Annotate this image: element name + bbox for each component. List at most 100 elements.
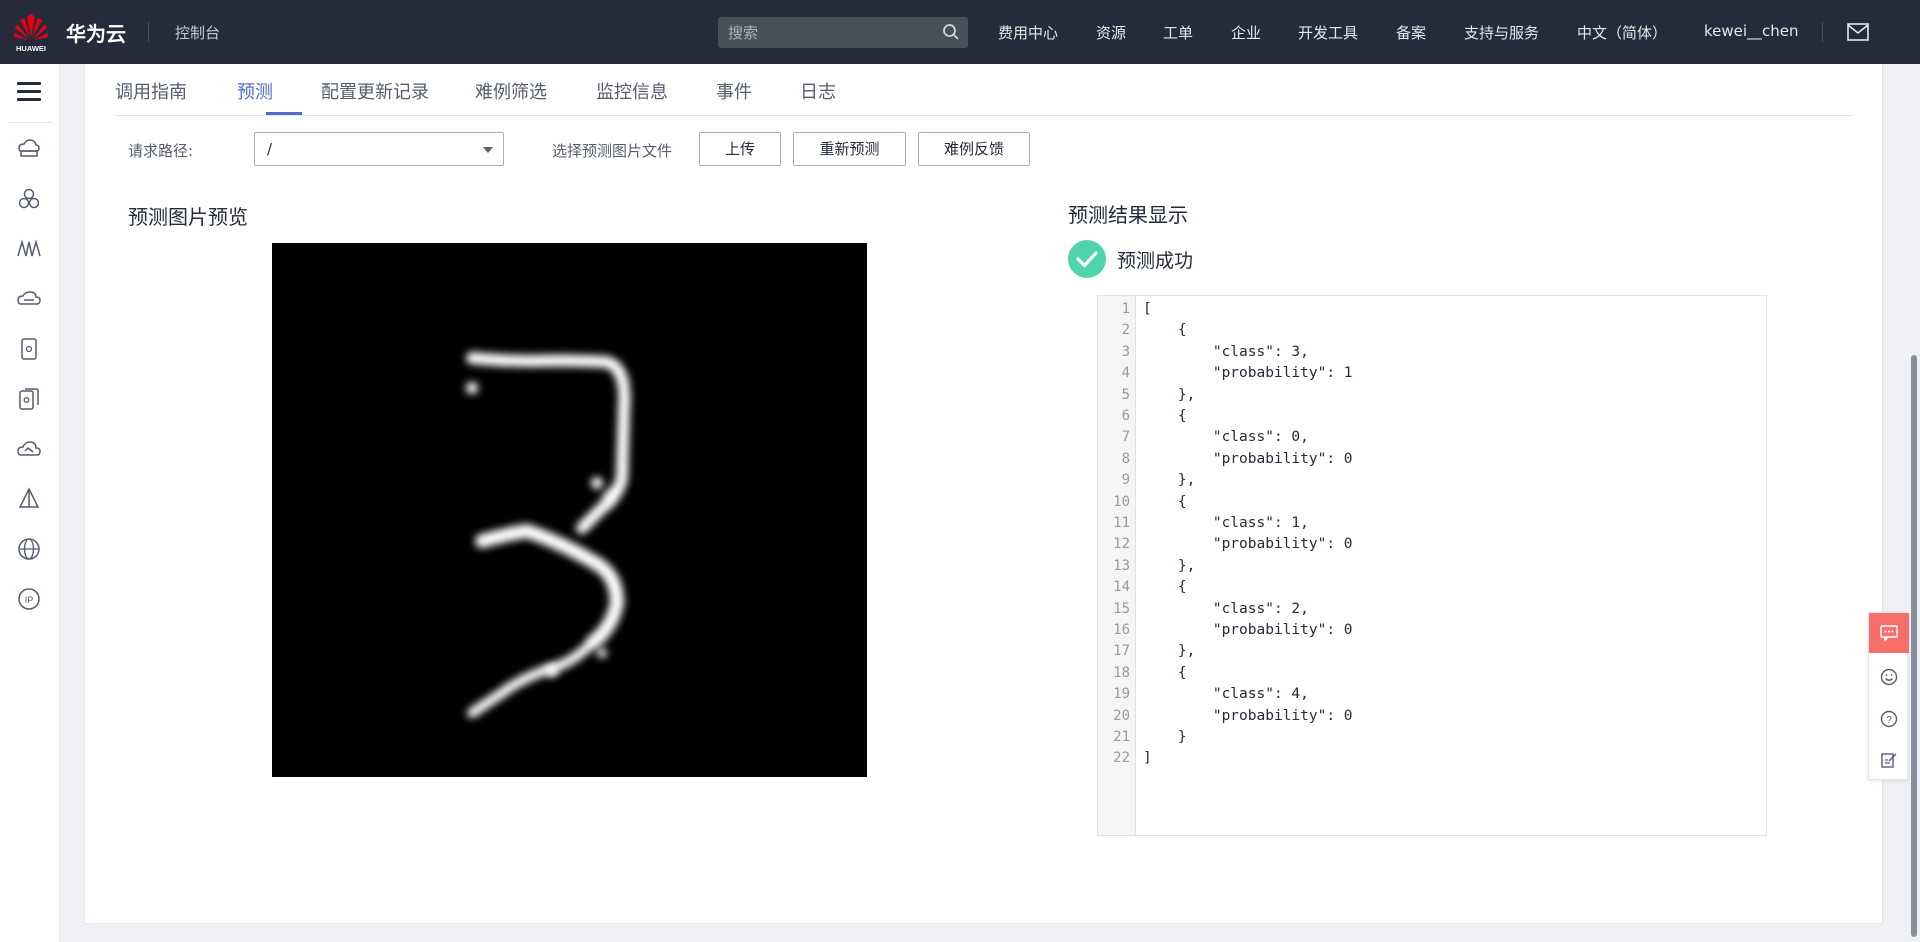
chat-icon: [1880, 625, 1898, 642]
top-navigation-bar: HUAWEI 华为云 控制台 费用中心 资源 工单 企业 开发工具 备案 支持与…: [0, 0, 1920, 64]
console-link[interactable]: 控制台: [175, 22, 220, 43]
code-line: {: [1143, 493, 1187, 510]
line-number: 18: [1113, 664, 1130, 681]
divider: [1822, 22, 1823, 42]
database-group-icon[interactable]: [16, 386, 42, 412]
main-panel: 调用指南 预测 配置更新记录 难例筛选 监控信息 事件 日志 请求路径: / 选…: [84, 64, 1883, 924]
active-tab-indicator: [266, 112, 302, 115]
divider: [8, 122, 52, 123]
scrollbar-thumb[interactable]: [1911, 355, 1917, 937]
feedback-button[interactable]: 难例反馈: [918, 132, 1030, 166]
line-number: 4: [1121, 365, 1130, 382]
code-line: [: [1143, 301, 1152, 317]
edit-icon[interactable]: [1880, 751, 1898, 769]
search-box[interactable]: [718, 17, 968, 48]
code-line: "probability": 1: [1143, 365, 1353, 382]
line-number: 10: [1113, 493, 1130, 510]
search-icon[interactable]: [942, 23, 960, 41]
mail-icon[interactable]: [1847, 23, 1869, 41]
huawei-logo[interactable]: HUAWEI: [12, 11, 50, 53]
floating-toolbar: ?: [1868, 612, 1909, 780]
tab-monitoring[interactable]: 监控信息: [596, 78, 668, 104]
tab-usage-guide[interactable]: 调用指南: [115, 78, 187, 104]
ai-model-icon[interactable]: [16, 486, 42, 512]
globe-icon[interactable]: [16, 536, 42, 562]
line-number: 12: [1113, 536, 1130, 553]
ip-icon[interactable]: IP: [16, 586, 42, 612]
code-line: }: [1143, 729, 1187, 745]
tab-hard-examples[interactable]: 难例筛选: [475, 78, 547, 104]
smile-icon[interactable]: [1880, 668, 1898, 686]
svg-text:?: ?: [1886, 715, 1892, 726]
repredict-button[interactable]: 重新预测: [793, 132, 906, 166]
tab-bar: 调用指南 预测 配置更新记录 难例筛选 监控信息 事件 日志: [115, 64, 1853, 116]
line-number: 14: [1113, 579, 1130, 596]
nav-support[interactable]: 支持与服务: [1464, 22, 1539, 43]
brand-name[interactable]: 华为云: [66, 18, 126, 47]
nav-enterprise[interactable]: 企业: [1231, 22, 1261, 43]
tab-config-history[interactable]: 配置更新记录: [321, 78, 429, 104]
line-number: 22: [1113, 750, 1130, 767]
check-circle-icon: [1068, 240, 1106, 278]
user-menu[interactable]: kewei__chen: [1704, 22, 1799, 40]
line-number: 11: [1113, 515, 1130, 531]
code-line: },: [1143, 557, 1196, 574]
code-line: "probability": 0: [1143, 450, 1353, 467]
language-selector[interactable]: 中文（简体）: [1577, 22, 1667, 43]
code-line: },: [1143, 472, 1196, 489]
line-number: 3: [1121, 343, 1130, 360]
code-line: "class": 0,: [1143, 429, 1309, 446]
nav-resources[interactable]: 资源: [1096, 22, 1126, 43]
path-select[interactable]: /: [254, 132, 504, 166]
digit-image: [272, 243, 867, 777]
tab-logs[interactable]: 日志: [800, 78, 836, 104]
tab-events[interactable]: 事件: [716, 78, 752, 104]
divider: [148, 22, 149, 42]
nav-dev-tools[interactable]: 开发工具: [1298, 22, 1358, 43]
result-title: 预测结果显示: [1068, 203, 1188, 227]
line-number: 7: [1121, 429, 1130, 446]
analytics-icon[interactable]: [16, 236, 42, 262]
nav-icp[interactable]: 备案: [1396, 22, 1426, 43]
code-line: {: [1143, 664, 1187, 681]
menu-toggle-icon[interactable]: [17, 82, 41, 102]
line-number: 2: [1121, 322, 1130, 339]
line-number: 15: [1113, 600, 1130, 617]
code-line: "class": 3,: [1143, 343, 1309, 360]
code-line: {: [1143, 408, 1187, 424]
path-select-value: /: [267, 140, 273, 158]
preview-title: 预测图片预览: [128, 205, 248, 229]
help-icon[interactable]: ?: [1880, 710, 1898, 728]
line-number: 17: [1113, 643, 1130, 660]
cloud-server-icon[interactable]: [16, 136, 42, 162]
tab-predict[interactable]: 预测: [237, 78, 273, 104]
status-text: 预测成功: [1117, 250, 1194, 272]
line-number: 20: [1113, 707, 1130, 724]
svg-text:IP: IP: [25, 595, 34, 605]
cluster-icon[interactable]: [16, 186, 42, 212]
code-line: "class": 2,: [1143, 600, 1309, 617]
left-sidebar: IP: [0, 64, 60, 942]
code-line: "probability": 0: [1143, 536, 1353, 553]
code-line: },: [1143, 643, 1196, 660]
line-number: 1: [1121, 301, 1130, 317]
code-line: {: [1143, 322, 1187, 339]
nav-tickets[interactable]: 工单: [1163, 22, 1193, 43]
line-number: 5: [1121, 386, 1130, 403]
cloud-storage-icon[interactable]: [16, 286, 42, 312]
chat-button[interactable]: [1869, 613, 1909, 653]
upload-button[interactable]: 上传: [699, 132, 781, 166]
path-label: 请求路径:: [128, 142, 194, 160]
search-input[interactable]: [728, 21, 928, 44]
result-code-editor[interactable]: 1 2 3 4 5 6 7 8 9 10 11 12 13 14 15 16 17 18 19 20 21 22 [ { …: [1097, 295, 1767, 836]
line-number: 8: [1121, 450, 1130, 467]
code-line: ]: [1143, 750, 1152, 767]
line-number: 9: [1121, 472, 1130, 489]
database-icon[interactable]: [16, 336, 42, 362]
cloud-upload-icon[interactable]: [16, 436, 42, 462]
chevron-down-icon: [483, 147, 493, 153]
code-line: "probability": 0: [1143, 707, 1353, 724]
code-line: {: [1143, 579, 1187, 596]
nav-billing[interactable]: 费用中心: [998, 22, 1058, 43]
logo-text: HUAWEI: [16, 44, 46, 53]
